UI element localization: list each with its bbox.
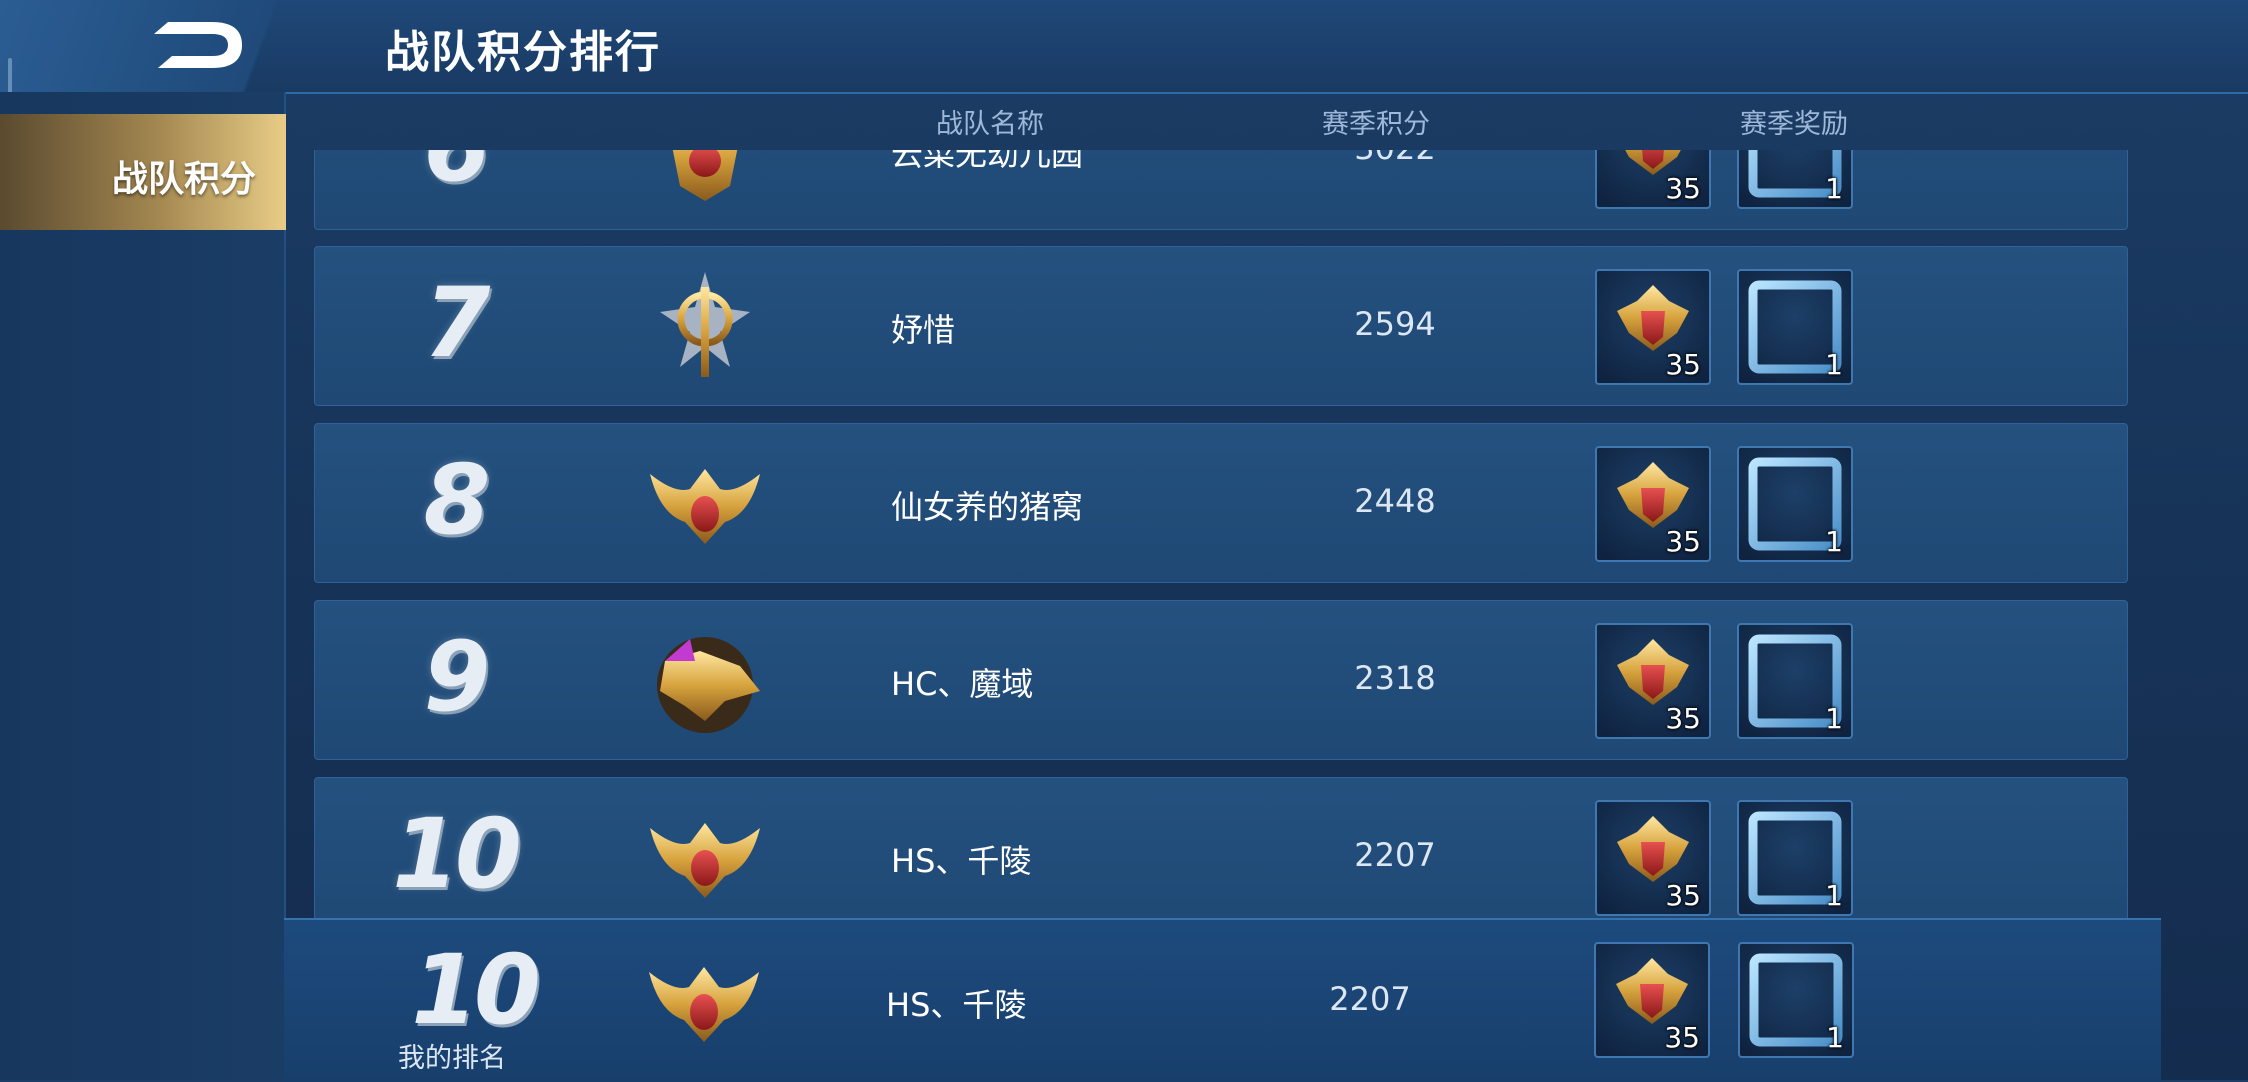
reward-count: 35 — [1665, 348, 1701, 381]
sidebar — [0, 92, 286, 1080]
team-name: HS、千陵 — [891, 842, 1032, 880]
rank-number: 8 — [423, 444, 491, 556]
team-score: 2594 — [1354, 305, 1436, 343]
reward-frame[interactable]: 1 — [1737, 269, 1853, 385]
rank-number: 6 — [355, 150, 555, 203]
reward-badge[interactable]: 35 — [1595, 446, 1711, 562]
my-team-name: HS、千陵 — [886, 986, 1027, 1024]
my-team-score: 2207 — [1329, 980, 1411, 1018]
reward-count: 1 — [1825, 702, 1843, 735]
reward-frame[interactable]: 1 — [1737, 623, 1853, 739]
team-name: 云菜无幼儿园 — [891, 150, 1084, 173]
team-name: HC、魔域 — [891, 665, 1034, 703]
back-arrow-icon[interactable] — [150, 14, 250, 76]
table-row[interactable]: 9 HC、魔域 2318 35 1 — [314, 600, 2128, 760]
reward-badge[interactable]: 35 — [1595, 269, 1711, 385]
column-header-reward: 赛季奖励 — [1740, 109, 1848, 140]
top-bar: 战队积分排行 — [0, 0, 2248, 138]
my-rank-label: 我的排名 — [398, 1043, 506, 1074]
table-row[interactable]: 10 HS、千陵 2207 35 1 — [314, 777, 2128, 920]
team-score: 3022 — [1335, 150, 1455, 167]
page-title: 战队积分排行 — [385, 27, 661, 78]
my-ranking-bar[interactable]: 10 我的排名 HS、千陵 2207 35 1 — [284, 918, 2161, 1082]
reward-badge[interactable]: 35 — [1595, 800, 1711, 916]
reward-frame[interactable]: 1 — [1738, 942, 1854, 1058]
reward-frame[interactable]: 1 — [1737, 800, 1853, 916]
wolf-emblem-icon — [657, 637, 760, 733]
team-score: 2207 — [1354, 836, 1436, 874]
eagle-emblem-icon — [650, 823, 760, 898]
team-score: 2318 — [1354, 659, 1436, 697]
reward-badge[interactable]: 35 — [1594, 942, 1710, 1058]
reward-count: 1 — [1825, 879, 1843, 912]
reward-count: 1 — [1825, 348, 1843, 381]
table-row[interactable]: 6 云菜无幼儿园 3022 35 1 — [314, 150, 2128, 230]
reward-frame[interactable]: 1 — [1737, 446, 1853, 562]
reward-count: 1 — [1825, 525, 1843, 558]
reward-count: 35 — [1665, 702, 1701, 735]
team-score: 2448 — [1354, 482, 1436, 520]
table-row[interactable]: 8 仙女养的猪窝 2448 35 1 — [314, 423, 2128, 583]
ranking-list[interactable]: 6 云菜无幼儿园 3022 35 1 7 妤惜 2594 — [314, 150, 2130, 920]
column-header-score: 赛季积分 — [1322, 109, 1430, 140]
rank-number: 7 — [423, 267, 491, 379]
tab-team-points[interactable]: 战队积分 — [0, 114, 286, 230]
eagle-emblem-icon — [649, 967, 759, 1042]
team-name: 妤惜 — [891, 311, 956, 349]
rank-number: 10 — [392, 798, 522, 910]
table-row[interactable]: 7 妤惜 2594 35 1 — [314, 246, 2128, 406]
eagle-emblem-icon — [650, 469, 760, 544]
dragon-emblem-icon — [672, 150, 738, 201]
reward-count: 35 — [1664, 1021, 1700, 1054]
reward-badge[interactable]: 35 — [1595, 623, 1711, 739]
reward-count: 35 — [1665, 172, 1701, 205]
reward-frame[interactable]: 1 — [1737, 150, 1853, 209]
my-rank-number: 10 — [411, 934, 541, 1046]
reward-count: 35 — [1665, 525, 1701, 558]
tab-label: 战队积分 — [111, 159, 256, 200]
caduceus-emblem-icon — [660, 272, 750, 377]
team-name: 仙女养的猪窝 — [891, 488, 1084, 526]
reward-count: 35 — [1665, 879, 1701, 912]
column-header-name: 战队名称 — [936, 109, 1044, 140]
rank-number: 9 — [423, 621, 491, 733]
reward-count: 1 — [1825, 172, 1843, 205]
reward-badge[interactable]: 35 — [1595, 150, 1711, 209]
reward-count: 1 — [1826, 1021, 1844, 1054]
